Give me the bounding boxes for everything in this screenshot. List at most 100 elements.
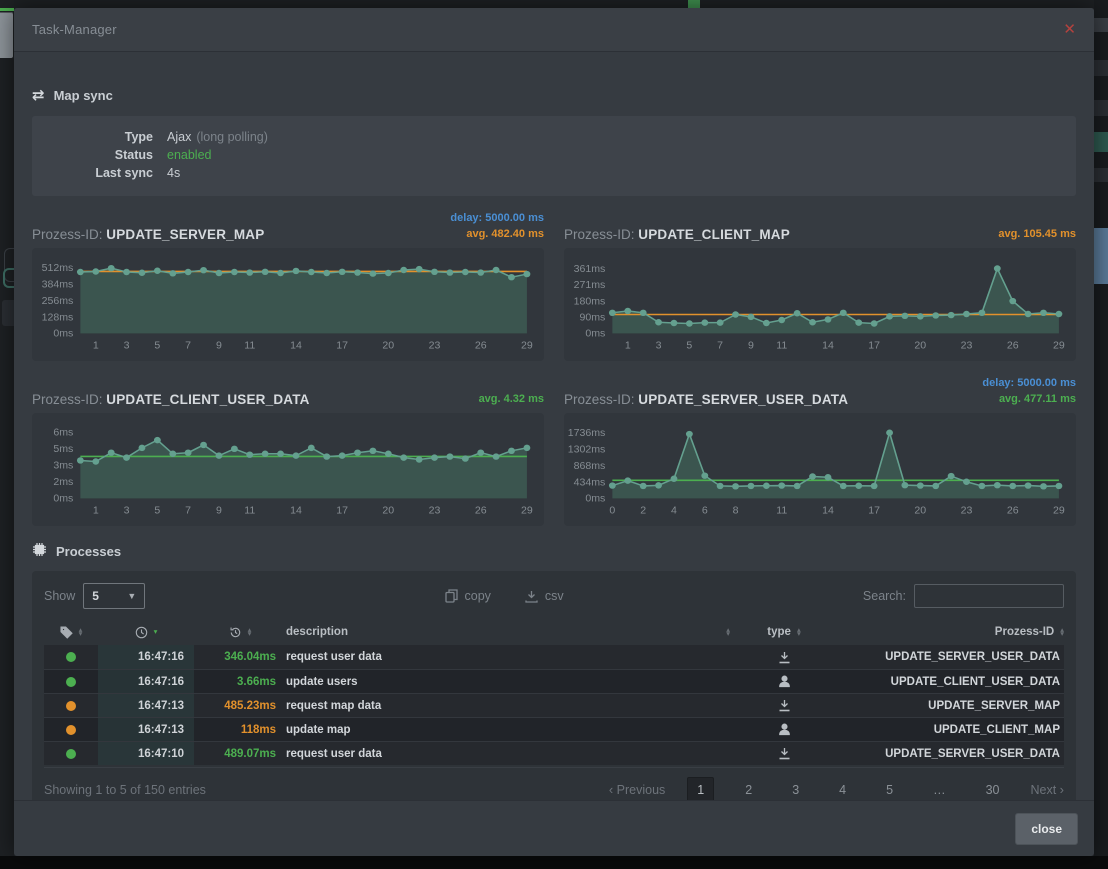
show-entries-value: 5 — [92, 589, 99, 603]
row-time: 16:47:16 — [98, 670, 194, 693]
svg-text:17: 17 — [336, 341, 348, 352]
svg-text:128ms: 128ms — [42, 313, 74, 324]
modal-footer: close — [14, 800, 1094, 856]
row-type — [740, 723, 828, 736]
copy-button[interactable]: copy — [445, 589, 491, 603]
svg-text:1: 1 — [93, 341, 99, 352]
svg-text:14: 14 — [290, 506, 302, 517]
modal-title: Task-Manager — [32, 22, 117, 37]
sort-icon[interactable]: ▴▾ — [797, 628, 801, 637]
svg-text:2: 2 — [640, 506, 646, 517]
csv-label: csv — [545, 589, 564, 603]
type-column-header[interactable]: type ▴▾ — [740, 626, 828, 638]
svg-text:0ms: 0ms — [53, 329, 73, 340]
sort-icon[interactable]: ▴▾ — [726, 628, 730, 637]
search-input[interactable] — [914, 584, 1064, 608]
chart-svg: 0ms90ms180ms271ms361ms135791114172023262… — [566, 252, 1070, 359]
svg-text:4: 4 — [671, 506, 677, 517]
svg-text:20: 20 — [382, 341, 394, 352]
table-body: 16:47:16346.04msrequest user dataUPDATE_… — [44, 645, 1064, 765]
page-number-button[interactable]: 3 — [783, 778, 808, 801]
table-row[interactable]: 16:47:163.66msupdate usersUPDATE_CLIENT_… — [44, 669, 1064, 693]
svg-text:434ms: 434ms — [574, 478, 606, 489]
csv-button[interactable]: csv — [525, 589, 564, 603]
svg-text:0ms: 0ms — [585, 494, 605, 505]
sort-icon[interactable]: ▴▾ — [248, 628, 252, 637]
row-process-id: UPDATE_SERVER_USER_DATA — [828, 651, 1064, 663]
close-button[interactable]: close — [1015, 813, 1078, 845]
chart-title: Prozess-ID: UPDATE_CLIENT_MAP — [564, 227, 790, 242]
table-row[interactable]: 16:47:16346.04msrequest user dataUPDATE_… — [44, 645, 1064, 669]
background-fragment — [1094, 168, 1108, 182]
row-time: 16:47:13 — [98, 718, 194, 741]
svg-text:7: 7 — [185, 506, 191, 517]
chart-stat: delay: 5000.00 ms — [450, 210, 544, 226]
svg-text:0ms: 0ms — [585, 329, 605, 340]
map-sync-panel: Type Ajax (long polling) Status enabled … — [32, 116, 1076, 196]
showing-entries-text: Showing 1 to 5 of 150 entries — [44, 783, 206, 797]
sort-icon-active[interactable]: ▾ — [154, 630, 158, 635]
previous-page-button[interactable]: ‹ Previous — [609, 782, 665, 797]
svg-text:11: 11 — [244, 506, 255, 517]
next-page-button[interactable]: Next › — [1030, 782, 1064, 797]
svg-text:1: 1 — [93, 506, 99, 517]
chart-canvas: 0ms90ms180ms271ms361ms135791114172023262… — [564, 248, 1076, 361]
svg-text:1736ms: 1736ms — [568, 428, 606, 439]
chart-block: Prozess-ID: UPDATE_CLIENT_MAP avg. 105.4… — [564, 210, 1076, 361]
page-ellipsis: … — [924, 778, 955, 801]
svg-text:384ms: 384ms — [42, 280, 74, 291]
page-number-button[interactable]: 2 — [736, 778, 761, 801]
svg-text:6ms: 6ms — [53, 428, 73, 439]
svg-text:26: 26 — [475, 341, 487, 352]
time-column-header[interactable]: ▾ — [98, 626, 194, 639]
table-row[interactable]: 16:47:13485.23msrequest map dataUPDATE_S… — [44, 693, 1064, 717]
process-id-column-header[interactable]: Prozess-ID ▴▾ — [828, 626, 1064, 638]
close-icon[interactable]: ✕ — [1063, 22, 1076, 37]
page-number-button[interactable]: 4 — [830, 778, 855, 801]
server-download-icon — [778, 699, 791, 712]
show-entries-select[interactable]: 5 ▼ — [83, 583, 145, 609]
page-number-list: 12345 … 30 — [687, 777, 1008, 801]
table-header-row: ▴▾ ▾ ▴▾ descript — [44, 619, 1064, 645]
svg-text:26: 26 — [1007, 506, 1019, 517]
chart-header: Prozess-ID: UPDATE_CLIENT_USER_DATA avg.… — [32, 375, 544, 413]
copy-label: copy — [465, 589, 491, 603]
status-column-header[interactable]: ▴▾ — [44, 626, 98, 639]
row-process-id: UPDATE_SERVER_USER_DATA — [828, 748, 1064, 760]
table-row[interactable]: 16:47:10489.07msrequest user dataUPDATE_… — [44, 741, 1064, 765]
background-fragment — [1094, 100, 1108, 116]
row-process-id: UPDATE_SERVER_MAP — [828, 700, 1064, 712]
background-fragment — [1094, 60, 1108, 76]
background-fragment — [1094, 18, 1108, 32]
sort-icon[interactable]: ▴▾ — [1060, 628, 1064, 637]
chart-header: Prozess-ID: UPDATE_SERVER_USER_DATA dela… — [564, 375, 1076, 413]
chart-canvas: 0ms128ms256ms384ms512ms13579111417202326… — [32, 248, 544, 361]
page-number-button[interactable]: 1 — [687, 777, 714, 801]
search-area: Search: — [863, 584, 1064, 608]
description-header-label: description — [286, 626, 348, 638]
chart-stat: avg. 105.45 ms — [998, 226, 1076, 242]
background-fragment — [1094, 132, 1108, 152]
map-sync-status-row: Status enabled — [32, 146, 1076, 164]
chart-svg: 0ms128ms256ms384ms512ms13579111417202326… — [34, 252, 538, 359]
page-number-button[interactable]: 5 — [877, 778, 902, 801]
map-sync-title-label: Map sync — [54, 88, 113, 103]
page-number-button[interactable]: 30 — [977, 778, 1009, 801]
description-column-header[interactable]: description ▴▾ — [286, 626, 740, 638]
sort-icon[interactable]: ▴▾ — [79, 628, 83, 637]
task-manager-modal: Task-Manager ✕ ⇄ Map sync Type Ajax (lon… — [14, 8, 1094, 856]
svg-text:23: 23 — [429, 506, 441, 517]
history-icon — [229, 626, 242, 639]
chart-stat: avg. 477.11 ms — [982, 391, 1076, 407]
svg-text:180ms: 180ms — [574, 297, 606, 308]
duration-column-header[interactable]: ▴▾ — [194, 626, 286, 639]
last-sync-value: 4s — [167, 164, 180, 182]
chart-canvas: 0ms434ms868ms1302ms1736ms024681114172023… — [564, 413, 1076, 526]
row-description: request user data — [286, 651, 740, 663]
table-row[interactable]: 16:47:13118msupdate mapUPDATE_CLIENT_MAP — [44, 717, 1064, 741]
svg-text:17: 17 — [868, 341, 880, 352]
svg-text:11: 11 — [776, 506, 787, 517]
chart-title: Prozess-ID: UPDATE_SERVER_MAP — [32, 227, 264, 242]
search-label: Search: — [863, 589, 906, 603]
chart-stat: avg. 482.40 ms — [450, 226, 544, 242]
